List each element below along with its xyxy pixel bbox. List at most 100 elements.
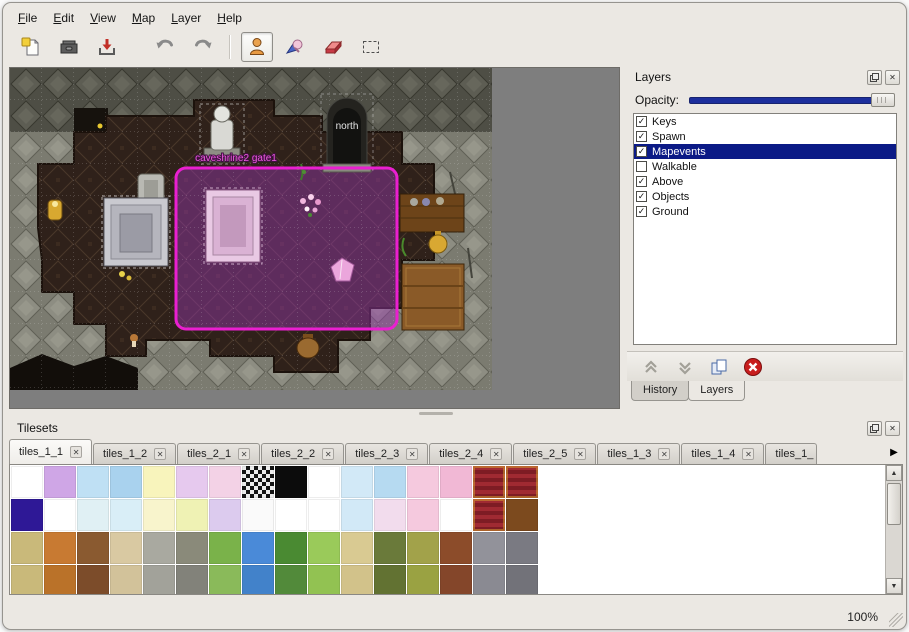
tile[interactable] xyxy=(242,499,274,531)
float-tilesets-button[interactable] xyxy=(867,421,882,436)
opacity-slider[interactable] xyxy=(689,93,895,107)
tile[interactable] xyxy=(176,565,208,595)
tile[interactable] xyxy=(176,499,208,531)
scroll-up-button[interactable]: ▲ xyxy=(886,465,902,481)
menu-help[interactable]: Help xyxy=(210,9,249,27)
layers-panel-titlebar[interactable]: Layers ✕ xyxy=(627,67,903,87)
tile[interactable] xyxy=(407,565,439,595)
tile[interactable] xyxy=(506,565,538,595)
stamp-tool-button[interactable] xyxy=(279,32,311,62)
tile[interactable] xyxy=(242,565,274,595)
menu-edit[interactable]: Edit xyxy=(46,9,81,27)
tile[interactable] xyxy=(440,565,472,595)
tile[interactable] xyxy=(143,499,175,531)
layer-visibility-checkbox[interactable]: ✓ xyxy=(636,206,647,217)
menu-map[interactable]: Map xyxy=(125,9,162,27)
tile[interactable] xyxy=(506,532,538,564)
tileset-view[interactable]: ▲ ▼ xyxy=(9,464,903,595)
tile[interactable] xyxy=(77,466,109,498)
tileset-tab-tiles_2_3[interactable]: tiles_2_3✕ xyxy=(345,443,428,464)
tile[interactable] xyxy=(374,565,406,595)
character-tool-button[interactable] xyxy=(241,32,273,62)
close-panel-button[interactable]: ✕ xyxy=(885,70,900,85)
tile[interactable] xyxy=(143,466,175,498)
tileset-tab-tiles_1_3[interactable]: tiles_1_3✕ xyxy=(597,443,680,464)
tile[interactable] xyxy=(308,565,340,595)
tile[interactable] xyxy=(110,499,142,531)
close-tab-icon[interactable]: ✕ xyxy=(574,448,586,460)
tile[interactable] xyxy=(275,499,307,531)
lower-layer-button[interactable] xyxy=(673,355,697,379)
tile[interactable] xyxy=(275,532,307,564)
opacity-slider-track[interactable] xyxy=(689,97,895,104)
tile[interactable] xyxy=(308,466,340,498)
save-button[interactable] xyxy=(91,32,123,62)
tile[interactable] xyxy=(44,532,76,564)
tileset-tab-tiles_1_1[interactable]: tiles_1_1✕ xyxy=(9,439,92,464)
tile[interactable] xyxy=(11,499,43,531)
close-tilesets-button[interactable]: ✕ xyxy=(885,421,900,436)
layer-visibility-checkbox[interactable]: ✓ xyxy=(636,176,647,187)
tileset-tab-tiles_2_4[interactable]: tiles_2_4✕ xyxy=(429,443,512,464)
tile[interactable] xyxy=(143,532,175,564)
close-tab-icon[interactable]: ✕ xyxy=(406,448,418,460)
layer-row-mapevents[interactable]: ✓Mapevents xyxy=(634,144,896,159)
tile[interactable] xyxy=(209,565,241,595)
tile[interactable] xyxy=(407,466,439,498)
tileset-scrollbar[interactable]: ▲ ▼ xyxy=(885,465,902,594)
opacity-slider-handle[interactable] xyxy=(871,93,895,107)
scrollbar-track[interactable] xyxy=(886,481,902,578)
tile[interactable] xyxy=(242,532,274,564)
close-tab-icon[interactable]: ✕ xyxy=(70,446,82,458)
tile[interactable] xyxy=(308,532,340,564)
layer-visibility-checkbox[interactable]: ✓ xyxy=(636,146,647,157)
scroll-down-button[interactable]: ▼ xyxy=(886,578,902,594)
close-tab-icon[interactable]: ✕ xyxy=(490,448,502,460)
tileset-tab-tiles_2_5[interactable]: tiles_2_5✕ xyxy=(513,443,596,464)
tile[interactable] xyxy=(341,532,373,564)
tile[interactable] xyxy=(11,532,43,564)
layer-row-spawn[interactable]: ✓Spawn xyxy=(634,129,896,144)
layer-row-objects[interactable]: ✓Objects xyxy=(634,189,896,204)
tileset-tab-tiles_2_1[interactable]: tiles_2_1✕ xyxy=(177,443,260,464)
tile[interactable] xyxy=(341,565,373,595)
delete-layer-button[interactable] xyxy=(741,355,765,379)
tile[interactable] xyxy=(407,532,439,564)
tile[interactable] xyxy=(209,466,241,498)
tile[interactable] xyxy=(473,499,505,531)
tile[interactable] xyxy=(242,466,274,498)
scrollbar-thumb[interactable] xyxy=(887,483,901,525)
tile[interactable] xyxy=(110,565,142,595)
tile[interactable] xyxy=(77,532,109,564)
duplicate-layer-button[interactable] xyxy=(707,355,731,379)
tile[interactable] xyxy=(374,466,406,498)
redo-button[interactable] xyxy=(187,32,219,62)
horizontal-splitter[interactable] xyxy=(9,410,900,416)
menu-file[interactable]: File xyxy=(11,9,44,27)
tile[interactable] xyxy=(341,466,373,498)
layer-visibility-checkbox[interactable]: ✓ xyxy=(636,131,647,142)
raise-layer-button[interactable] xyxy=(639,355,663,379)
close-tab-icon[interactable]: ✕ xyxy=(322,448,334,460)
eraser-tool-button[interactable] xyxy=(317,32,349,62)
close-tab-icon[interactable]: ✕ xyxy=(658,448,670,460)
tile[interactable] xyxy=(77,565,109,595)
close-tab-icon[interactable]: ✕ xyxy=(154,448,166,460)
tileset-tab-tiles_1_[interactable]: tiles_1_ xyxy=(765,443,817,464)
layer-visibility-checkbox[interactable] xyxy=(636,161,647,172)
open-button[interactable] xyxy=(53,32,85,62)
tile[interactable] xyxy=(275,466,307,498)
layer-visibility-checkbox[interactable]: ✓ xyxy=(636,191,647,202)
tile[interactable] xyxy=(44,565,76,595)
tile[interactable] xyxy=(374,499,406,531)
tile[interactable] xyxy=(440,466,472,498)
layer-row-ground[interactable]: ✓Ground xyxy=(634,204,896,219)
tile[interactable] xyxy=(44,499,76,531)
map-canvas-viewport[interactable]: north caveshrine2 gate1 xyxy=(9,67,620,409)
tile[interactable] xyxy=(506,499,538,531)
tileset-tab-tiles_1_4[interactable]: tiles_1_4✕ xyxy=(681,443,764,464)
layer-row-keys[interactable]: ✓Keys xyxy=(634,114,896,129)
tile[interactable] xyxy=(275,565,307,595)
new-map-button[interactable] xyxy=(15,32,47,62)
tile[interactable] xyxy=(473,466,505,498)
